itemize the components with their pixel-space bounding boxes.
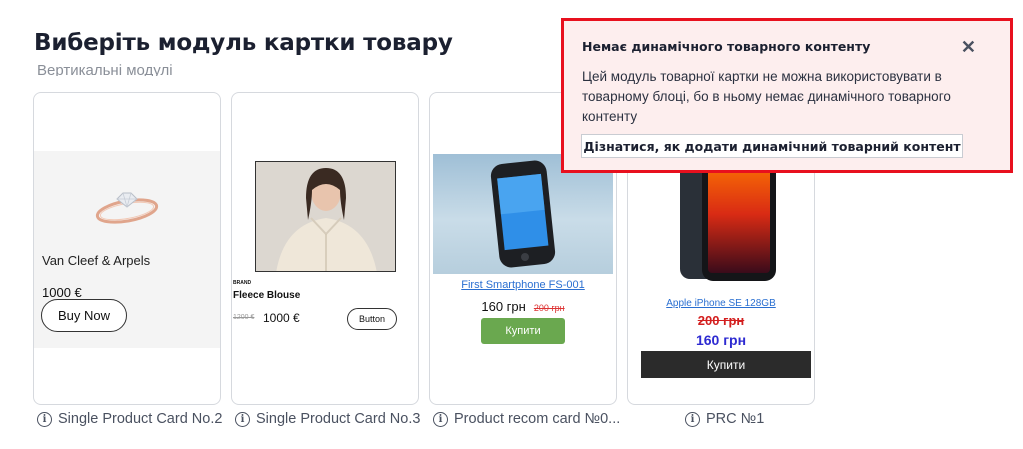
card-caption: i Single Product Card No.2: [37, 411, 222, 427]
product-photo: [255, 161, 396, 272]
buy-button[interactable]: Купити: [641, 351, 811, 378]
old-price: 1200 €: [233, 314, 255, 321]
buy-now-button[interactable]: Buy Now: [41, 299, 127, 332]
alert-message: Цей модуль товарної картки не можна вико…: [582, 69, 951, 124]
product-link[interactable]: First Smartphone FS-001: [430, 279, 616, 291]
old-price: 200 грн: [533, 303, 565, 313]
card-button[interactable]: Button: [347, 308, 397, 330]
card-caption-label: Product recom card №0...: [454, 411, 621, 427]
info-icon[interactable]: i: [433, 411, 448, 427]
product-card-single-2[interactable]: Van Cleef & Arpels 1000 € Buy Now: [33, 92, 221, 405]
card-caption-label: PRC №1: [706, 411, 765, 427]
product-name: Fleece Blouse: [233, 290, 301, 301]
no-dynamic-content-alert: Немає динамічного товарного контенту ✕ Ц…: [561, 18, 1013, 173]
page-title: Виберіть модуль картки товару: [34, 30, 453, 56]
alert-title: Немає динамічного товарного контенту: [582, 39, 871, 54]
card-caption-label: Single Product Card No.2: [58, 411, 223, 427]
product-price: 1000 €: [42, 285, 82, 300]
learn-more-button[interactable]: Дізнатися, як додати динамічний товарний…: [581, 134, 963, 158]
card-caption-label: Single Product Card No.3: [256, 411, 421, 427]
product-price: 160 грн: [695, 332, 747, 348]
card-caption: i Single Product Card No.3: [235, 411, 420, 427]
product-price: 160 грн: [481, 299, 526, 314]
card-caption: i Product recom card №0...: [433, 411, 620, 427]
info-icon[interactable]: i: [37, 411, 52, 427]
card-preview: Van Cleef & Arpels 1000 € Buy Now: [34, 151, 220, 348]
close-icon[interactable]: ✕: [961, 37, 976, 57]
card-caption: i PRC №1: [685, 411, 764, 427]
product-link[interactable]: Apple iPhone SE 128GB: [628, 298, 814, 309]
buy-button[interactable]: Купити: [481, 318, 565, 344]
product-card-single-3[interactable]: BRAND Fleece Blouse 1200 € 1000 € Button: [231, 92, 419, 405]
info-icon[interactable]: i: [685, 411, 700, 427]
section-label: Вертикальні модулі: [37, 62, 173, 76]
product-price: 1000 €: [263, 311, 300, 325]
brand-label: BRAND: [233, 280, 252, 286]
price-row: 160 грн 200 грн: [430, 299, 616, 314]
woman-image: [256, 162, 395, 271]
product-name: Van Cleef & Arpels: [42, 253, 151, 268]
old-price: 200 грн: [697, 313, 745, 328]
info-icon[interactable]: i: [235, 411, 250, 427]
ring-image: [95, 192, 159, 224]
